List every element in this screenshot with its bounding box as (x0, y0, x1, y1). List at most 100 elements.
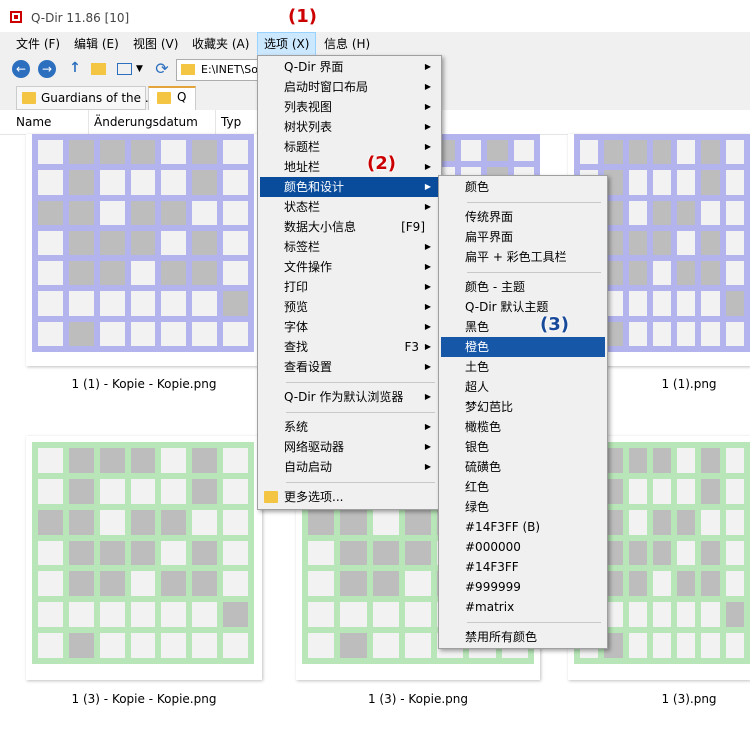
submenu-sulfur[interactable]: 硫磺色 (441, 457, 605, 477)
back-icon[interactable]: ← (12, 60, 30, 78)
pixel-cell (725, 321, 744, 346)
menu-data-size-info[interactable]: 数据大小信息 [F9] (260, 217, 439, 237)
menu-print[interactable]: 打印 ▶ (260, 277, 439, 297)
menu-default-browser[interactable]: Q-Dir 作为默认浏览器 ▶ (260, 387, 439, 407)
menu-edit[interactable]: 编辑 (E) (68, 32, 125, 56)
menu-preview[interactable]: 预览 ▶ (260, 297, 439, 317)
pixel-cell (38, 540, 63, 566)
pixel-cell (99, 571, 125, 597)
pixel-cell (677, 448, 696, 473)
submenu-14f3ff-b[interactable]: #14F3FF (B) (441, 517, 605, 537)
pixel-cell (223, 509, 248, 535)
pixel-cell (99, 230, 125, 256)
file-caption[interactable]: 1 (3).png (568, 692, 750, 706)
pixel-cell (404, 540, 432, 566)
menu-network-drives[interactable]: 网络驱动器 ▶ (260, 437, 439, 457)
menu-info[interactable]: 信息 (H) (318, 32, 376, 56)
up-folder-icon[interactable]: ↑ (66, 60, 84, 78)
submenu-color[interactable]: 颜色 (441, 177, 605, 197)
submenu-default-theme[interactable]: Q-Dir 默认主题 (441, 297, 605, 317)
pixel-cell (628, 633, 647, 658)
menu-file[interactable]: 文件 (F) (10, 32, 66, 56)
menu-system[interactable]: 系统 ▶ (260, 417, 439, 437)
submenu-flat-color-toolbar[interactable]: 扁平 + 彩色工具栏 (441, 247, 605, 267)
tab-q[interactable]: Q (148, 86, 196, 110)
pixel-cell (652, 200, 672, 225)
pixel-cell (161, 448, 187, 473)
submenu-disable-colors[interactable]: 禁用所有颜色 (441, 627, 605, 647)
chevron-down-icon[interactable]: ▼ (136, 60, 154, 78)
submenu-000000[interactable]: #000000 (441, 537, 605, 557)
pixel-cell (130, 261, 156, 286)
pixel-cell (68, 261, 94, 286)
forward-icon[interactable]: → (38, 60, 56, 78)
pixel-cell (99, 448, 125, 473)
pixel-cell (628, 478, 647, 504)
submenu-color-theme[interactable]: 颜色 - 主题 (441, 277, 605, 297)
submenu-orange[interactable]: 橙色 (441, 337, 605, 357)
pixel-cell (677, 571, 696, 597)
menu-view-settings[interactable]: 查看设置 ▶ (260, 357, 439, 377)
submenu-14f3ff[interactable]: #14F3FF (441, 557, 605, 577)
pixel-cell (725, 633, 744, 658)
menu-tree-list[interactable]: 树状列表 ▶ (260, 117, 439, 137)
tab-guardians[interactable]: Guardians of the ... (16, 86, 156, 110)
submenu-silver[interactable]: 银色 (441, 437, 605, 457)
menu-find[interactable]: 查找 F3 ▶ (260, 337, 439, 357)
column-type[interactable]: Typ (216, 110, 261, 134)
menu-more-options[interactable]: 更多选项... (260, 487, 439, 507)
window-title: Q-Dir 11.86 [10] (31, 11, 130, 25)
pixel-cell (725, 261, 744, 286)
file-caption[interactable]: 1 (3) - Kopie - Kopie.png (26, 692, 262, 706)
folder-icon (181, 64, 195, 75)
pixel-cell (161, 602, 187, 628)
column-name[interactable]: Name (11, 110, 89, 134)
submenu-olive[interactable]: 橄榄色 (441, 417, 605, 437)
tab-label: Guardians of the ... (41, 91, 157, 105)
new-folder-icon[interactable] (91, 63, 106, 75)
menu-status-bar[interactable]: 状态栏 ▶ (260, 197, 439, 217)
menu-list-view[interactable]: 列表视图 ▶ (260, 97, 439, 117)
menu-autostart[interactable]: 自动启动 ▶ (260, 457, 439, 477)
pixel-cell (99, 170, 125, 195)
menu-file-operations[interactable]: 文件操作 ▶ (260, 257, 439, 277)
menu-favorites[interactable]: 收藏夹 (A) (186, 32, 255, 56)
pixel-cell (308, 633, 335, 658)
submenu-green[interactable]: 绿色 (441, 497, 605, 517)
menu-title-bar[interactable]: 标题栏 ▶ (260, 137, 439, 157)
pixel-cell (161, 633, 187, 658)
submenu-black[interactable]: 黑色 (441, 317, 605, 337)
address-bar[interactable]: E:\INET\So (176, 59, 266, 81)
submenu-red[interactable]: 红色 (441, 477, 605, 497)
pixel-cell (677, 540, 696, 566)
column-modified[interactable]: Änderungsdatum (89, 110, 216, 134)
menu-address-bar[interactable]: 地址栏 ▶ (260, 157, 439, 177)
submenu-matrix[interactable]: #matrix (441, 597, 605, 617)
pixel-cell (652, 478, 672, 504)
menu-tab-bar[interactable]: 标签栏 ▶ (260, 237, 439, 257)
pixel-cell (192, 602, 218, 628)
menu-font[interactable]: 字体 ▶ (260, 317, 439, 337)
pixel-cell (725, 478, 744, 504)
color-design-submenu: 颜色 传统界面 扁平界面 扁平 + 彩色工具栏 颜色 - 主题 Q-Dir 默认… (438, 175, 608, 649)
file-caption[interactable]: 1 (1) - Kopie - Kopie.png (26, 377, 262, 391)
refresh-icon[interactable]: ⟳ (153, 60, 171, 78)
submenu-superman[interactable]: 超人 (441, 377, 605, 397)
submenu-classic-ui[interactable]: 传统界面 (441, 207, 605, 227)
view-mode-icon[interactable] (117, 63, 132, 75)
pixel-cell (725, 540, 744, 566)
pixel-cell (192, 321, 218, 346)
menu-color-design[interactable]: 颜色和设计 ▶ (260, 177, 439, 197)
submenu-flat-ui[interactable]: 扁平界面 (441, 227, 605, 247)
pixel-cell (340, 509, 367, 535)
menu-options[interactable]: 选项 (X) (257, 32, 317, 56)
file-caption[interactable]: 1 (3) - Kopie.png (296, 692, 540, 706)
submenu-barbie[interactable]: 梦幻芭比 (441, 397, 605, 417)
submenu-earth[interactable]: 土色 (441, 357, 605, 377)
submenu-999999[interactable]: #999999 (441, 577, 605, 597)
menu-view[interactable]: 视图 (V) (127, 32, 184, 56)
menu-qdir-interface[interactable]: Q-Dir 界面 ▶ (260, 57, 439, 77)
pixel-cell (725, 509, 744, 535)
app-icon (10, 11, 22, 23)
menu-startup-layout[interactable]: 启动时窗口布局 ▶ (260, 77, 439, 97)
